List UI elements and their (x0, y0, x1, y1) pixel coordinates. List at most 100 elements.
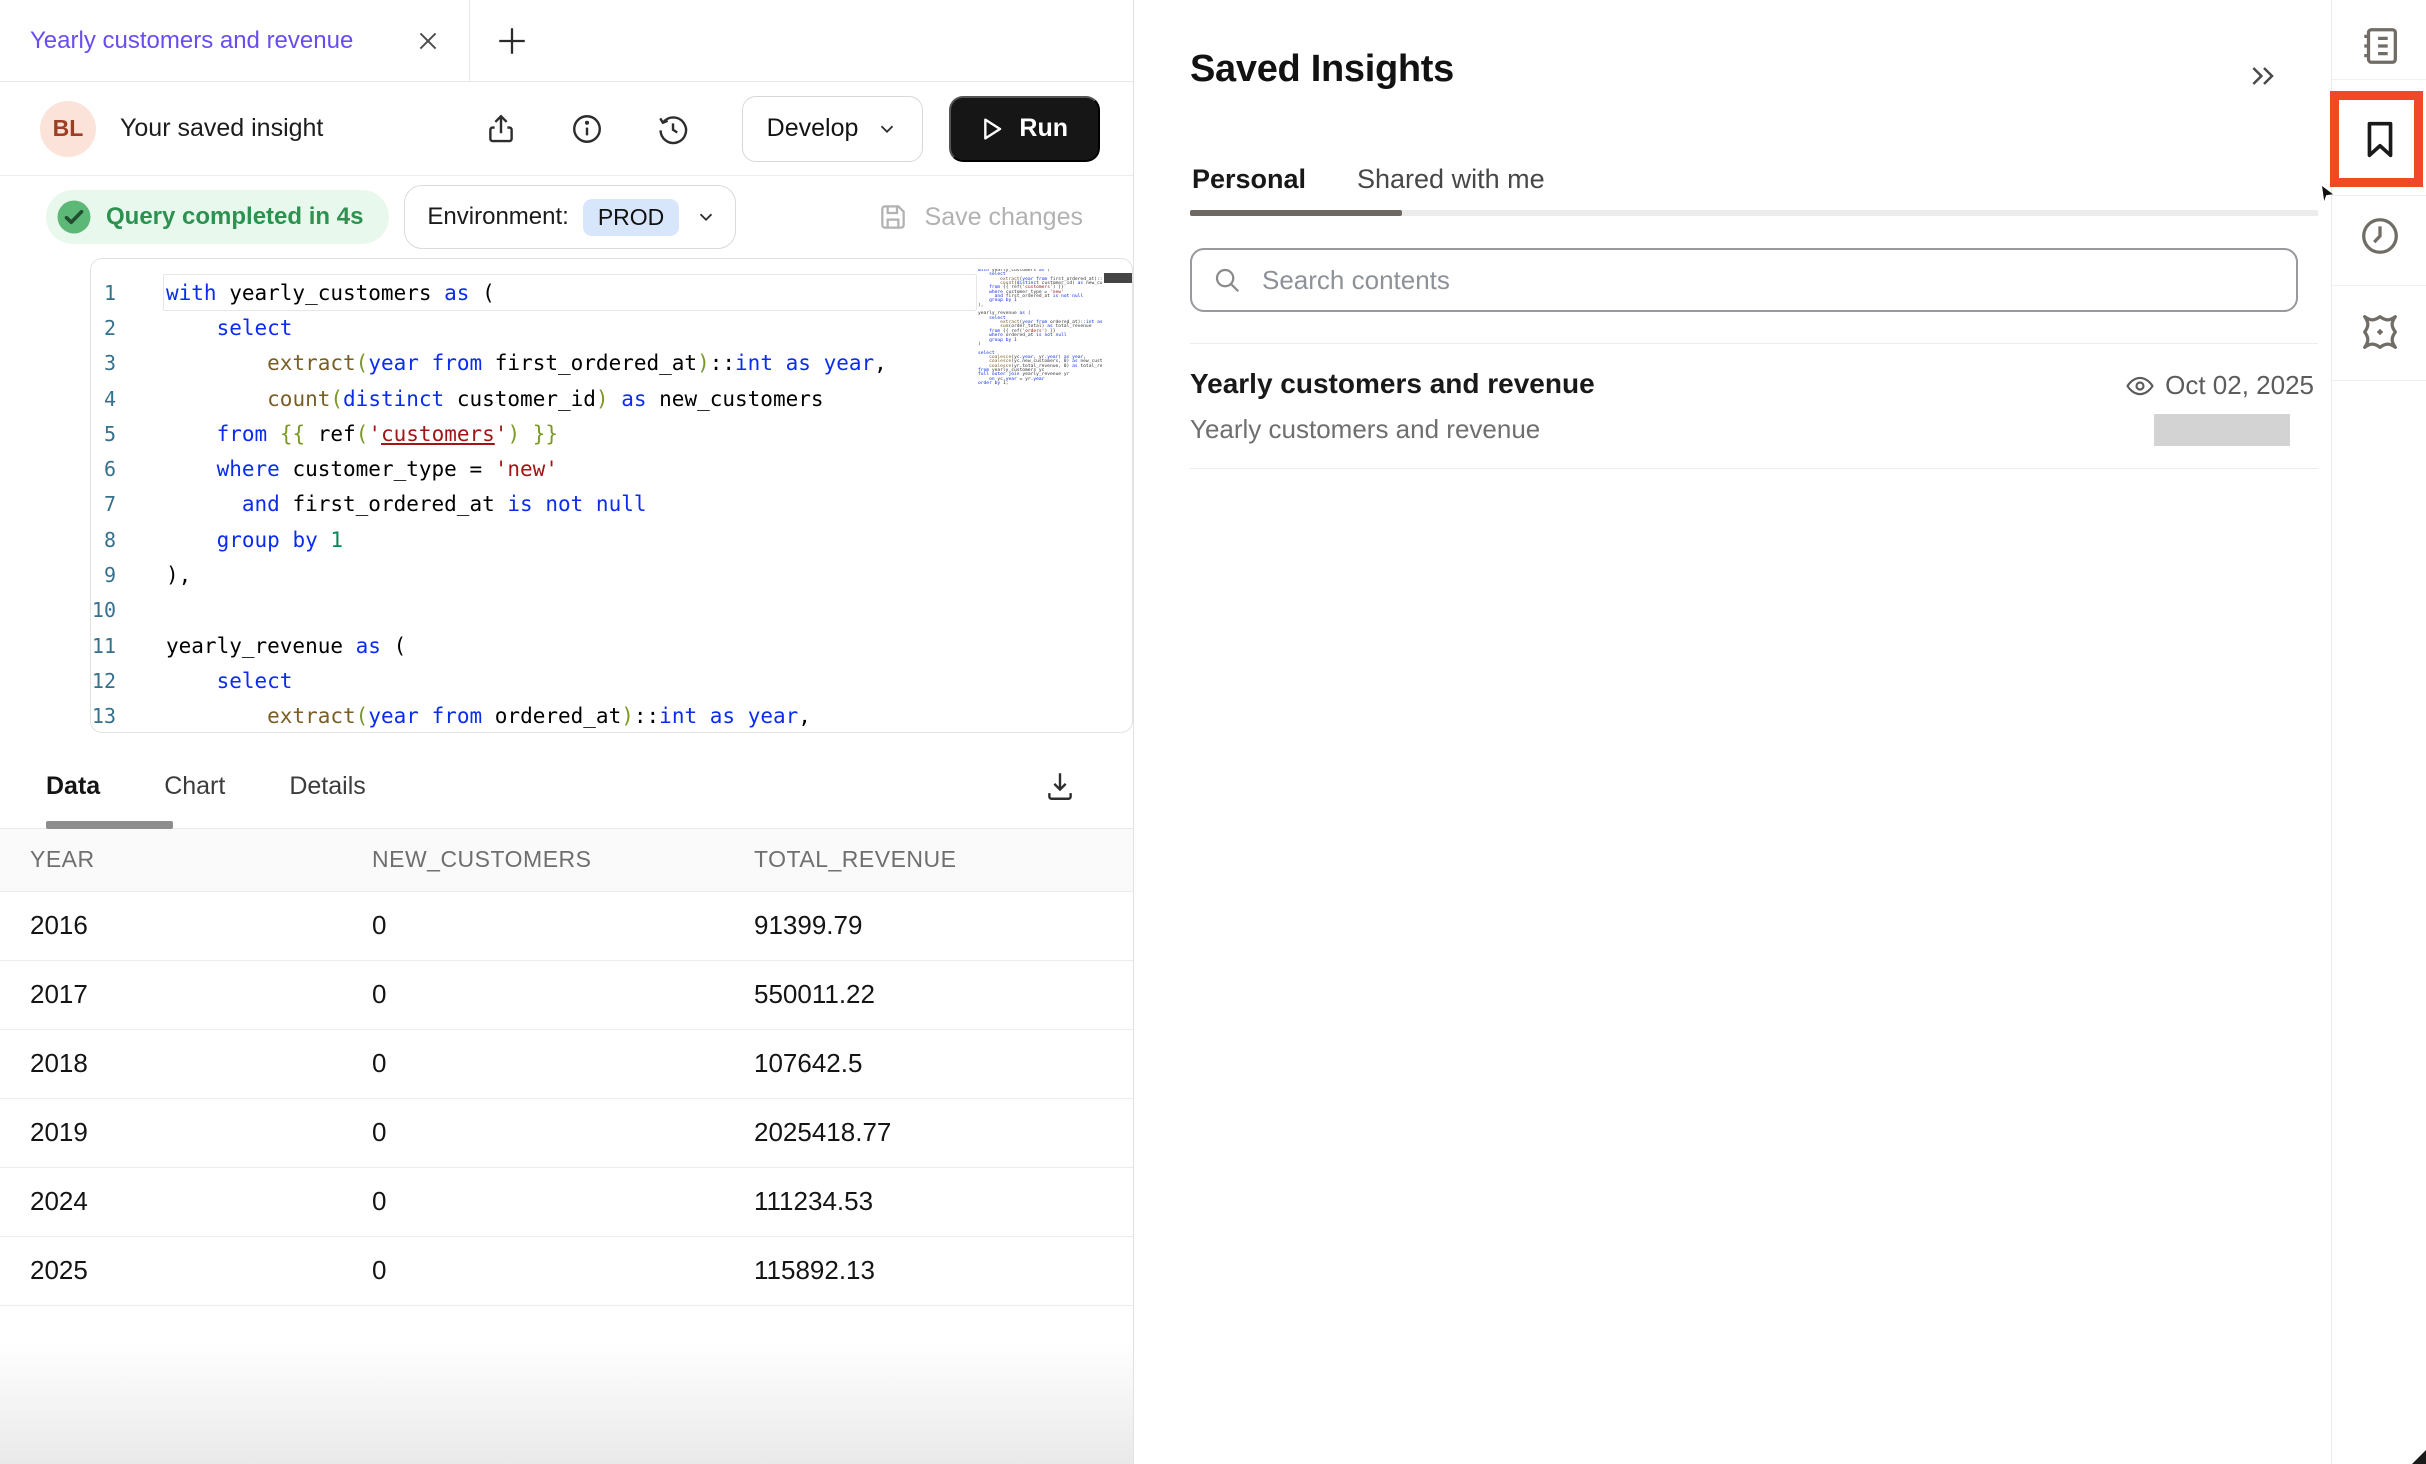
saved-insight-list-item[interactable]: Yearly customers and revenue Yearly cust… (1190, 362, 2318, 462)
code-line[interactable]: 8 group by 1 (91, 522, 977, 557)
table-row: 20180107642.5 (0, 1029, 1133, 1098)
code-line[interactable]: 6 where customer_type = 'new' (91, 451, 977, 486)
editor-pane: Yearly customers and revenue BL Your sav… (0, 0, 1133, 1464)
query-status-badge: Query completed in 4s (46, 190, 389, 244)
environment-label: Environment: (427, 203, 568, 231)
code-line[interactable]: 12 select (91, 663, 977, 698)
table-cell: 115892.13 (753, 1236, 1133, 1305)
code-line[interactable]: 4 count(distinct customer_id) as new_cus… (91, 381, 977, 416)
run-button[interactable]: Run (949, 96, 1100, 162)
tab-bar: Yearly customers and revenue (0, 0, 1133, 82)
download-icon[interactable] (1043, 769, 1077, 803)
info-icon[interactable] (570, 112, 604, 146)
code-line[interactable]: 13 extract(year from ordered_at)::int as… (91, 699, 977, 733)
line-number: 1 (91, 281, 166, 305)
annotation-highlight-box (2330, 91, 2423, 187)
code-line[interactable]: 5 from {{ ref('customers') }} (91, 416, 977, 451)
develop-label: Develop (767, 114, 859, 143)
sql-editor[interactable]: 1with yearly_customers as (2 select3 ext… (90, 258, 1133, 733)
results-tab-chart[interactable]: Chart (164, 772, 225, 801)
search-box[interactable] (1190, 248, 2298, 312)
chevron-down-icon (876, 118, 898, 140)
table-cell: 550011.22 (753, 960, 1133, 1029)
column-header-year: YEAR (0, 829, 371, 891)
environment-value-badge: PROD (583, 199, 679, 236)
editor-scrollbar[interactable] (1104, 273, 1132, 283)
check-circle-icon (56, 199, 92, 235)
insight-title: Yearly customers and revenue (1190, 368, 1595, 400)
play-icon (981, 117, 1003, 141)
table-row: 20240111234.53 (0, 1167, 1133, 1236)
close-icon[interactable] (415, 28, 441, 54)
search-input[interactable] (1260, 264, 2276, 297)
notebook-icon[interactable] (2332, 18, 2426, 74)
active-tab-underline (46, 821, 173, 829)
rail-divider (2332, 285, 2426, 286)
save-changes-button[interactable]: Save changes (877, 201, 1083, 233)
column-header-new_customers: NEW_CUSTOMERS (371, 829, 753, 891)
save-icon (877, 201, 909, 233)
table-row: 201902025418.77 (0, 1098, 1133, 1167)
divider (1190, 343, 2318, 344)
bottom-fade (0, 1344, 1133, 1464)
tab-personal[interactable]: Personal (1192, 164, 1306, 195)
line-number: 7 (91, 492, 166, 516)
environment-selector[interactable]: Environment: PROD (404, 185, 736, 249)
table-row: 20170550011.22 (0, 960, 1133, 1029)
code-line[interactable]: 9), (91, 557, 977, 592)
code-line[interactable]: 7 and first_ordered_at is not null (91, 487, 977, 522)
line-number: 4 (91, 387, 166, 411)
search-icon (1212, 265, 1242, 295)
results-tab-data[interactable]: Data (46, 772, 100, 801)
results-panel: Data Chart Details YEARNEW_CUSTOMERSTOTAL_… (0, 745, 1133, 1306)
table-cell: 2016 (0, 891, 371, 960)
tab-underline-track (1190, 210, 2318, 216)
tab-shared-with-me[interactable]: Shared with me (1357, 164, 1545, 195)
table-row: 2016091399.79 (0, 891, 1133, 960)
panel-title: Saved Insights (1190, 48, 1454, 91)
table-cell: 0 (371, 1029, 753, 1098)
table-cell: 91399.79 (753, 891, 1133, 960)
redacted-placeholder (2154, 414, 2290, 446)
code-line[interactable]: 10 (91, 593, 977, 628)
line-number: 11 (91, 634, 166, 658)
new-tab-button[interactable] (470, 0, 554, 81)
table-cell: 0 (371, 1167, 753, 1236)
table-cell: 2025418.77 (753, 1098, 1133, 1167)
share-icon[interactable] (484, 112, 518, 146)
line-number: 6 (91, 457, 166, 481)
line-number: 9 (91, 563, 166, 587)
right-icon-rail (2331, 0, 2426, 1464)
query-status-text: Query completed in 4s (106, 203, 363, 231)
results-table: YEARNEW_CUSTOMERSTOTAL_REVENUE 201609139… (0, 829, 1133, 1306)
history-icon[interactable] (656, 112, 690, 146)
table-cell: 2025 (0, 1236, 371, 1305)
table-cell: 2018 (0, 1029, 371, 1098)
saved-insights-panel: Saved Insights Personal Shared with me Y… (1134, 0, 2330, 1464)
collapse-panel-icon[interactable] (2248, 60, 2280, 92)
run-label: Run (1019, 114, 1068, 143)
rail-divider (2332, 195, 2426, 196)
line-number: 10 (91, 598, 166, 622)
dbt-icon[interactable] (2332, 304, 2426, 360)
tab-yearly-customers-and-revenue[interactable]: Yearly customers and revenue (0, 0, 470, 81)
editor-minimap[interactable]: with yearly_customers as ( select extrac… (978, 269, 1102, 419)
status-bar: Query completed in 4s Environment: PROD … (0, 176, 1133, 258)
code-line[interactable]: 3 extract(year from first_ordered_at)::i… (91, 346, 977, 381)
develop-dropdown[interactable]: Develop (742, 96, 924, 162)
code-line[interactable]: 1with yearly_customers as ( (91, 275, 977, 310)
tab-title: Yearly customers and revenue (30, 27, 353, 55)
clock-icon[interactable] (2332, 208, 2426, 264)
rail-divider (2332, 380, 2426, 381)
table-cell: 2024 (0, 1167, 371, 1236)
avatar[interactable]: BL (40, 101, 96, 157)
save-changes-label: Save changes (925, 203, 1083, 232)
line-number: 3 (91, 351, 166, 375)
active-tab-underline (1190, 210, 1402, 216)
table-cell: 2017 (0, 960, 371, 1029)
eye-icon (2125, 371, 2155, 401)
table-cell: 111234.53 (753, 1167, 1133, 1236)
code-line[interactable]: 2 select (91, 310, 977, 345)
code-line[interactable]: 11yearly_revenue as ( (91, 628, 977, 663)
results-tab-details[interactable]: Details (289, 772, 365, 801)
